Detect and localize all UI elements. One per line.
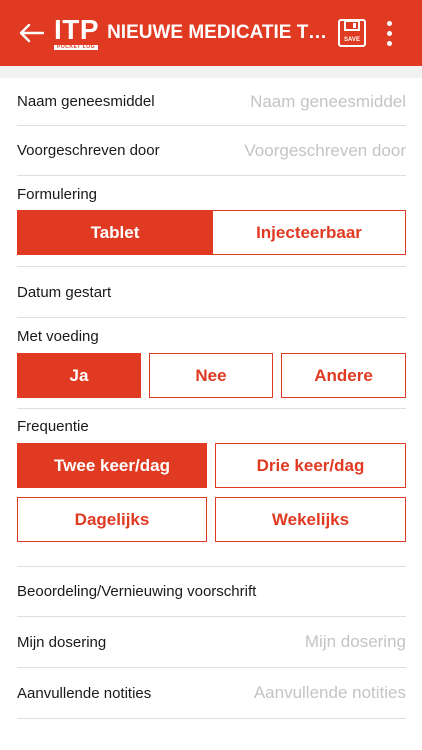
with-food-no-button[interactable]: Nee [149,353,273,398]
with-food-label: Met voeding [17,328,99,345]
save-button[interactable]: SAVE [337,18,367,48]
dosage-label: Mijn dosering [17,633,107,651]
drug-name-row: Naam geneesmiddel [17,78,406,126]
overflow-menu-icon[interactable] [382,18,396,48]
with-food-other-button[interactable]: Andere [281,353,406,398]
app-logo: ITP POCKET LOG [54,16,99,50]
drug-name-input[interactable] [216,91,406,112]
frequency-thrice-daily-button[interactable]: Drie keer/dag [215,443,406,488]
save-label: SAVE [344,37,360,43]
logo-subtext: POCKET LOG [54,45,99,50]
divider [17,408,406,409]
notes-row: Aanvullende notities [17,668,406,719]
review-row[interactable]: Beoordeling/Vernieuwing voorschrift [17,567,406,617]
frequency-weekly-button[interactable]: Wekelijks [215,497,406,542]
frequency-daily-button[interactable]: Dagelijks [17,497,207,542]
dosage-row: Mijn dosering [17,617,406,668]
prescribed-by-label: Voorgeschreven door [17,142,160,159]
logo-text: ITP [54,14,100,45]
notes-label: Aanvullende notities [17,684,152,702]
frequency-twice-daily-button[interactable]: Twee keer/dag [17,443,207,488]
review-label: Beoordeling/Vernieuwing voorschrift [17,583,257,600]
formulation-label: Formulering [17,186,98,203]
notes-input[interactable] [206,683,406,703]
prescribed-by-row: Voorgeschreven door [17,126,406,176]
formulation-tablet-button[interactable]: Tablet [17,210,213,255]
with-food-yes-button[interactable]: Ja [17,353,141,398]
floppy-disk-icon [338,19,366,47]
formulation-injectable-button[interactable]: Injecteerbaar [212,210,406,255]
start-date-row[interactable]: Datum gestart [17,267,406,318]
prescribed-by-input[interactable] [216,140,406,161]
back-arrow-icon[interactable] [16,18,46,48]
start-date-label: Datum gestart [17,283,112,301]
frequency-label: Frequentie [17,418,89,435]
page-title: NIEUWE MEDICATIE TOEV... [107,22,331,43]
dosage-input[interactable] [216,632,406,652]
header-spacer [0,66,422,78]
drug-name-label: Naam geneesmiddel [17,93,155,110]
